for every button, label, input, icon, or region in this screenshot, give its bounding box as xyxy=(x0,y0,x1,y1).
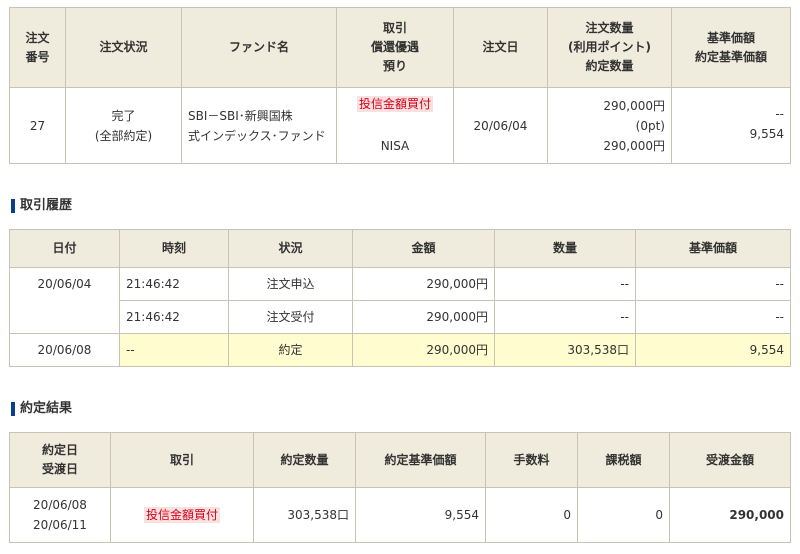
result-amount: 290,000 xyxy=(669,487,791,543)
history-header-amount: 金額 xyxy=(352,229,495,268)
order-table: 注文 番号 注文状況 ファンド名 取引 償還優遇 預り 注文日 注文数量 (利用… xyxy=(9,7,791,164)
header-base-price: 基準価額 約定基準価額 xyxy=(671,7,791,88)
result-row: 20/06/08 20/06/11 投信金額買付 303,538口 9,554 … xyxy=(9,487,791,543)
history-amount: 290,000円 xyxy=(352,267,495,301)
history-status: 注文申込 xyxy=(228,267,353,301)
order-no: 27 xyxy=(9,87,66,164)
history-date: 20/06/08 xyxy=(9,333,120,367)
result-header-price: 約定基準価額 xyxy=(355,432,486,488)
history-date: 20/06/04 xyxy=(9,267,120,334)
history-row: 21:46:42 注文受付 290,000円 -- -- xyxy=(10,300,791,334)
result-header-dates: 約定日 受渡日 xyxy=(9,432,111,488)
result-header-fee: 手数料 xyxy=(485,432,578,488)
result-tax: 0 xyxy=(577,487,670,543)
section-bar-icon xyxy=(11,402,15,416)
order-status: 完了 (全部約定) xyxy=(65,87,182,164)
section-bar-icon xyxy=(11,199,15,213)
history-time: 21:46:42 xyxy=(119,267,229,301)
result-trade: 投信金額買付 xyxy=(110,487,254,543)
history-price: -- xyxy=(635,300,791,334)
history-amount: 290,000円 xyxy=(352,300,495,334)
history-price: -- xyxy=(635,267,791,301)
history-qty: -- xyxy=(494,300,636,334)
history-row: 20/06/04 21:46:42 注文申込 290,000円 -- -- xyxy=(9,267,791,334)
history-table: 日付 時刻 状況 金額 数量 基準価額 20/06/04 21:46:42 注文… xyxy=(9,229,791,367)
trade-type-badge: 投信金額買付 xyxy=(356,96,433,112)
fund-name-link[interactable]: SBI－SBI･新興国株 式インデックス･ファンド xyxy=(181,87,337,164)
history-header-time: 時刻 xyxy=(119,229,229,268)
account-type: NISA xyxy=(380,139,410,153)
result-price: 9,554 xyxy=(355,487,486,543)
header-order-date: 注文日 xyxy=(453,7,548,88)
trade-cell: 投信金額買付 NISA xyxy=(336,87,454,164)
order-quantity: 290,000円 (0pt) 290,000円 xyxy=(547,87,672,164)
result-qty: 303,538口 xyxy=(253,487,356,543)
history-section-title: 取引履歴 xyxy=(11,198,72,214)
order-date: 20/06/04 xyxy=(453,87,548,164)
header-fund: ファンド名 xyxy=(181,7,337,88)
history-row-executed: 20/06/08 -- 約定 290,000円 303,538口 9,554 xyxy=(9,333,791,367)
history-time: -- xyxy=(119,333,229,367)
history-header-date: 日付 xyxy=(9,229,120,268)
result-fee: 0 xyxy=(485,487,578,543)
base-price: -- 9,554 xyxy=(671,87,791,164)
history-status: 約定 xyxy=(228,333,353,367)
result-header-qty: 約定数量 xyxy=(253,432,356,488)
history-header-status: 状況 xyxy=(228,229,353,268)
history-header-price: 基準価額 xyxy=(635,229,791,268)
result-header-trade: 取引 xyxy=(110,432,254,488)
result-section-title: 約定結果 xyxy=(11,401,72,417)
history-status: 注文受付 xyxy=(228,300,353,334)
header-status: 注文状況 xyxy=(65,7,182,88)
header-trade: 取引 償還優遇 預り xyxy=(336,7,454,88)
history-time: 21:46:42 xyxy=(119,300,229,334)
order-row: 27 完了 (全部約定) SBI－SBI･新興国株 式インデックス･ファンド 投… xyxy=(9,87,791,164)
history-qty: 303,538口 xyxy=(494,333,636,367)
history-price: 9,554 xyxy=(635,333,791,367)
history-qty: -- xyxy=(494,267,636,301)
result-trade-badge: 投信金額買付 xyxy=(143,507,220,523)
result-header-amount: 受渡金額 xyxy=(669,432,791,488)
history-amount: 290,000円 xyxy=(352,333,495,367)
header-order-no: 注文 番号 xyxy=(9,7,66,88)
result-table: 約定日 受渡日 取引 約定数量 約定基準価額 手数料 課税額 受渡金額 20/0… xyxy=(9,432,791,543)
result-dates: 20/06/08 20/06/11 xyxy=(9,487,111,543)
history-header-qty: 数量 xyxy=(494,229,636,268)
header-quantity: 注文数量 (利用ポイント) 約定数量 xyxy=(547,7,672,88)
result-header-tax: 課税額 xyxy=(577,432,670,488)
